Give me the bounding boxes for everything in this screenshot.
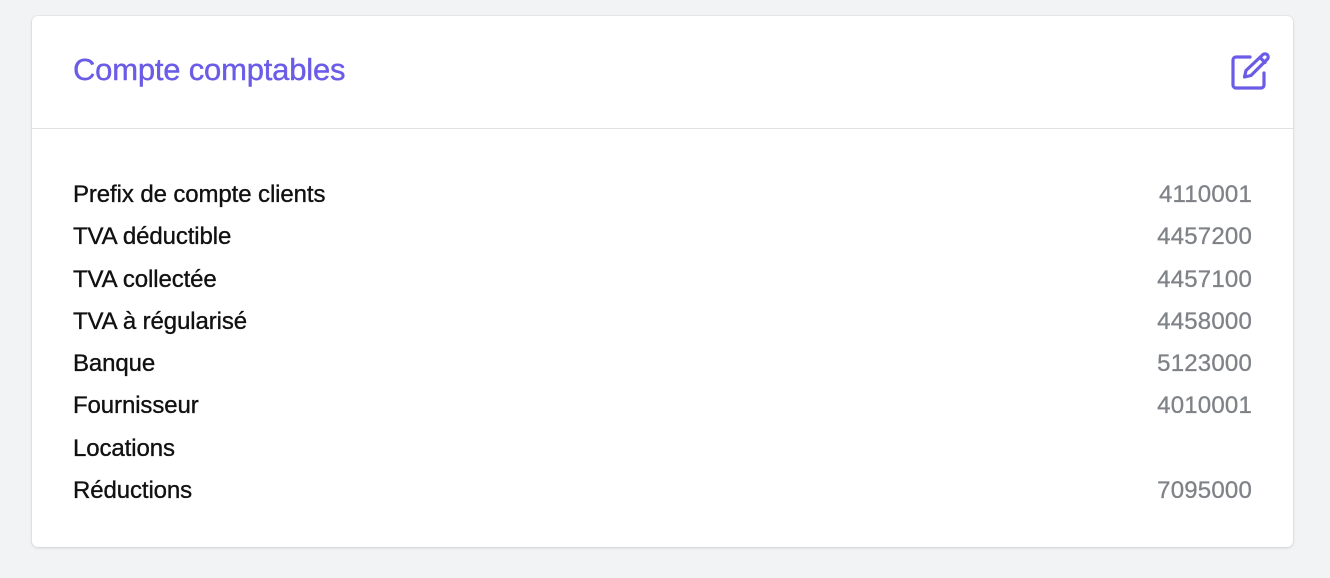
account-label: Banque	[73, 350, 156, 378]
account-label: TVA déductible	[73, 223, 232, 251]
account-label: TVA à régularisé	[73, 307, 248, 335]
account-label: Fournisseur	[73, 392, 199, 420]
edit-icon	[1231, 52, 1270, 90]
account-value: 4458000	[1157, 307, 1252, 335]
account-value: 4010001	[1157, 392, 1252, 420]
accounting-accounts-card: Compte comptables Prefix de compte clien…	[32, 16, 1293, 547]
account-label: Réductions	[73, 477, 193, 505]
account-label: Prefix de compte clients	[73, 181, 326, 208]
edit-button[interactable]	[1229, 50, 1275, 92]
account-value: 4110001	[1158, 181, 1252, 208]
account-value: 7095000	[1157, 477, 1252, 505]
list-item: Réductions 7095000	[73, 477, 1252, 519]
list-item: Locations	[73, 435, 1252, 477]
list-item: TVA à régularisé 4458000	[73, 308, 1252, 350]
list-item: Prefix de compte clients 4110001	[73, 181, 1252, 223]
accounts-list: Prefix de compte clients 4110001 TVA déd…	[32, 129, 1293, 519]
account-label: Locations	[73, 434, 175, 462]
account-value: 4457200	[1157, 223, 1252, 251]
card-title: Compte comptables	[73, 52, 346, 87]
account-value: 4457100	[1157, 265, 1252, 293]
list-item: Fournisseur 4010001	[73, 392, 1252, 434]
account-value: 5123000	[1157, 350, 1252, 378]
account-label: TVA collectée	[73, 265, 217, 293]
list-item: TVA déductible 4457200	[73, 223, 1252, 265]
list-item: Banque 5123000	[73, 350, 1252, 392]
list-item: TVA collectée 4457100	[73, 265, 1252, 308]
card-header: Compte comptables	[32, 16, 1293, 129]
